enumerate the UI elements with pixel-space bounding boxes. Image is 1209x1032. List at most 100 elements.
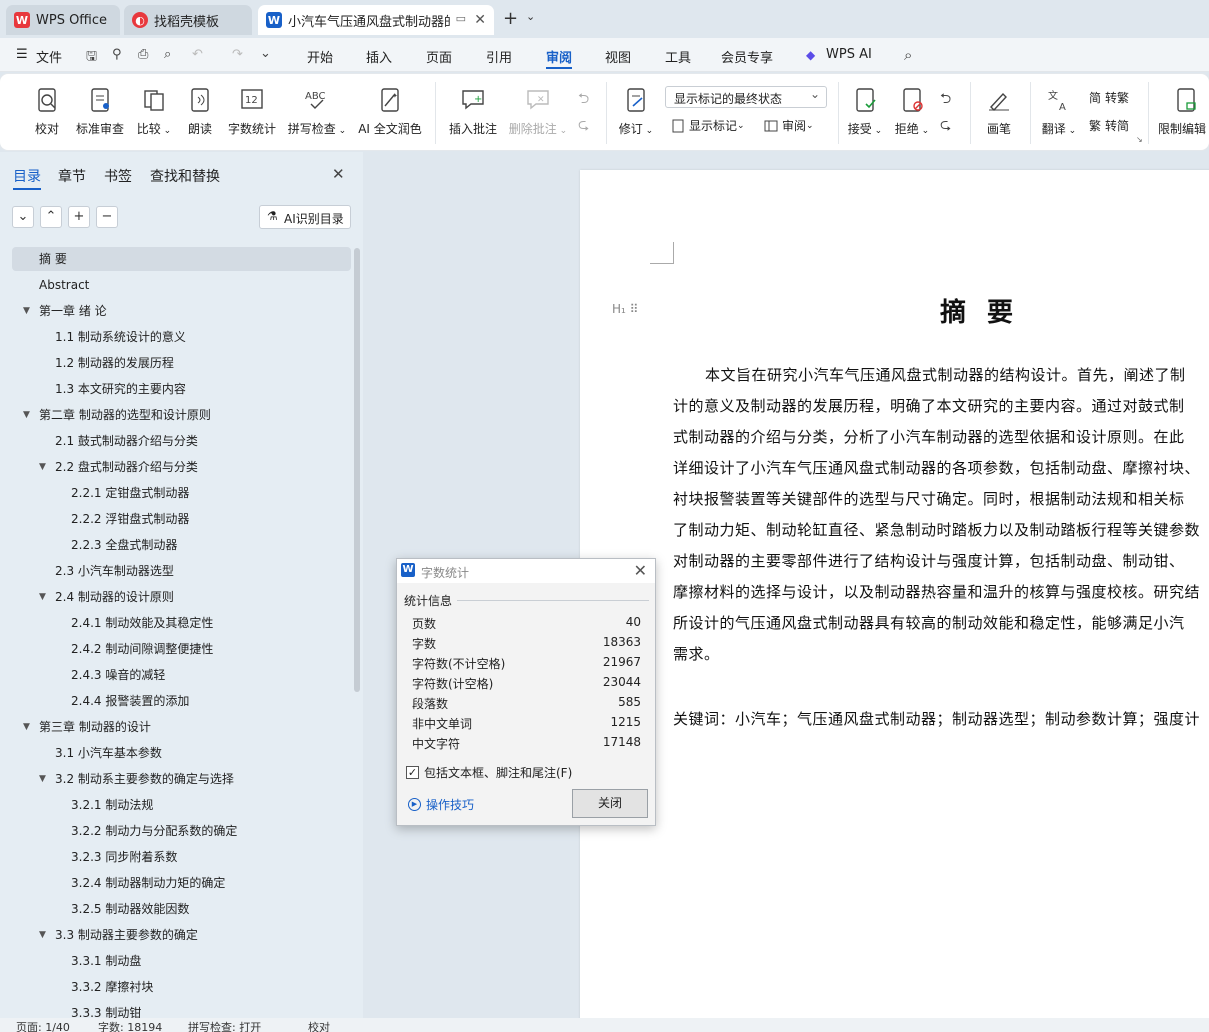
toc-item[interactable]: ▼ 2.4 制动器的设计原则 <box>39 585 174 609</box>
chevron-down-icon[interactable]: ⌄ <box>526 10 535 23</box>
hamburger-icon[interactable]: ☰ <box>16 47 28 62</box>
menu-home[interactable]: 开始 <box>307 47 333 66</box>
ai-toc-button[interactable]: ⚗ AI识别目录 <box>259 205 351 229</box>
new-tab-icon[interactable]: + <box>503 8 518 29</box>
save-icon[interactable]: 🖫 <box>86 47 97 69</box>
menu-wps-ai[interactable]: WPS AI <box>826 47 872 62</box>
status-spell[interactable]: 拼写检查: 打开 <box>188 1019 261 1032</box>
word-count-button[interactable]: 12 字数统计 <box>225 86 279 137</box>
undo-icon[interactable]: ↶ <box>192 47 203 62</box>
remove-heading-button[interactable]: − <box>96 206 118 228</box>
menu-insert[interactable]: 插入 <box>366 47 392 66</box>
to-simplified-button[interactable]: 繁转简 <box>1089 117 1129 134</box>
menu-member[interactable]: 会员专享 <box>721 47 773 66</box>
tab-sections[interactable]: 章节 <box>58 166 86 186</box>
delete-comment-button[interactable]: ✕ 删除批注 ⌄ <box>506 86 570 137</box>
accept-button[interactable]: 接受 ⌄ <box>846 86 884 137</box>
expand-triangle-icon[interactable]: ▼ <box>39 767 46 791</box>
translate-button[interactable]: 文A 翻译 ⌄ <box>1040 86 1078 137</box>
restrict-edit-button[interactable]: 限制编辑 <box>1158 86 1209 137</box>
insert-comment-button[interactable]: + 插入批注 <box>446 86 500 137</box>
reject-button[interactable]: 拒绝 ⌄ <box>893 86 931 137</box>
status-page[interactable]: 页面: 1/40 <box>16 1019 70 1032</box>
close-button[interactable]: 关闭 <box>572 789 648 818</box>
prev-change-icon[interactable]: ⮌ <box>940 88 951 112</box>
read-aloud-button[interactable]: 朗读 <box>185 86 215 137</box>
print-preview-icon[interactable]: ⌕ <box>164 47 171 62</box>
toc-item[interactable]: 1.1 制动系统设计的意义 <box>55 325 186 349</box>
markup-mode-select[interactable]: 显示标记的最终状态 <box>665 86 827 108</box>
spell-check-button[interactable]: ABC 拼写检查 ⌄ <box>286 86 348 137</box>
toc-item[interactable]: 摘 要 <box>39 247 67 271</box>
expand-triangle-icon[interactable]: ▼ <box>39 455 46 479</box>
menu-reference[interactable]: 引用 <box>486 47 512 66</box>
toc-item[interactable]: Abstract <box>39 273 89 297</box>
toc-item[interactable]: 2.4.1 制动效能及其稳定性 <box>71 611 213 635</box>
review-pane-button[interactable]: 审阅 ⌄ <box>764 117 814 134</box>
dialog-launcher-icon[interactable]: ↘ <box>1136 135 1143 144</box>
tab-wps-office[interactable]: W WPS Office <box>6 5 120 35</box>
toc-item[interactable]: 3.2.1 制动法规 <box>71 793 153 817</box>
expand-triangle-icon[interactable]: ▼ <box>23 403 30 427</box>
toc-item[interactable]: ▼ 3.3 制动器主要参数的确定 <box>39 923 198 947</box>
toc-item[interactable]: 3.2.3 同步附着系数 <box>71 845 177 869</box>
ai-polish-button[interactable]: ✦ AI 全文润色 <box>356 86 424 137</box>
toc-item[interactable]: 3.3.2 摩擦衬块 <box>71 975 153 999</box>
toc-item[interactable]: 2.4.2 制动间隙调整便捷性 <box>71 637 213 661</box>
menu-page[interactable]: 页面 <box>426 47 452 66</box>
add-heading-button[interactable]: + <box>68 206 90 228</box>
tab-docer[interactable]: ◐ 找稻壳模板 <box>124 5 252 35</box>
toc-item[interactable]: 3.1 小汽车基本参数 <box>55 741 162 765</box>
toc-item[interactable]: 3.2.2 制动力与分配系数的确定 <box>71 819 237 843</box>
tab-document[interactable]: W 小汽车气压通风盘式制动器的 ▭ ✕ <box>258 5 494 35</box>
prev-comment-icon[interactable]: ⮌ <box>578 88 589 112</box>
tab-find-replace[interactable]: 查找和替换 <box>150 166 220 186</box>
toc-item[interactable]: ▼ 第三章 制动器的设计 <box>23 715 151 739</box>
dialog-titlebar[interactable]: W 字数统计 ✕ <box>397 559 655 583</box>
toc-item[interactable]: 2.2.2 浮钳盘式制动器 <box>71 507 189 531</box>
toc-item[interactable]: 3.3.1 制动盘 <box>71 949 141 973</box>
proofread-button[interactable]: 校对 <box>29 86 65 137</box>
tab-bookmarks[interactable]: 书签 <box>104 166 132 186</box>
expand-triangle-icon[interactable]: ▼ <box>23 715 30 739</box>
heading-marker-icon[interactable]: H₁ ⠿ <box>612 302 638 316</box>
expand-triangle-icon[interactable]: ▼ <box>39 585 46 609</box>
more-chevron-icon[interactable]: ⌄ <box>260 46 271 61</box>
std-review-button[interactable]: 标准审查 <box>73 86 127 137</box>
redo-icon[interactable]: ↷ <box>232 47 243 62</box>
sidebar-scrollbar[interactable] <box>354 248 360 692</box>
tab-toc[interactable]: 目录 <box>13 166 41 190</box>
expand-triangle-icon[interactable]: ▼ <box>39 923 46 947</box>
toc-item[interactable]: ▼ 2.2 盘式制动器介绍与分类 <box>39 455 198 479</box>
toc-item[interactable]: ▼ 3.2 制动系主要参数的确定与选择 <box>39 767 234 791</box>
share-icon[interactable]: ⚲ <box>112 47 122 62</box>
menu-file[interactable]: 文件 <box>36 47 62 66</box>
checkbox-box[interactable]: ✓ <box>406 766 419 779</box>
close-tab-icon[interactable]: ✕ <box>474 12 486 28</box>
monitor-icon[interactable]: ▭ <box>456 12 466 25</box>
search-icon[interactable]: ⌕ <box>904 46 912 64</box>
toc-item[interactable]: ▼ 第一章 绪 论 <box>23 299 107 323</box>
toc-item[interactable]: 2.2.1 定钳盘式制动器 <box>71 481 189 505</box>
show-markup-button[interactable]: 显示标记 ⌄ <box>671 117 745 134</box>
toc-item[interactable]: ▼ 第二章 制动器的选型和设计原则 <box>23 403 211 427</box>
pen-button[interactable]: 画笔 <box>983 86 1015 137</box>
toc-item[interactable]: 1.2 制动器的发展历程 <box>55 351 174 375</box>
expand-triangle-icon[interactable]: ▼ <box>23 299 30 323</box>
close-pane-icon[interactable]: ✕ <box>332 165 345 183</box>
toc-item[interactable]: 2.3 小汽车制动器选型 <box>55 559 174 583</box>
close-icon[interactable]: ✕ <box>634 561 647 580</box>
menu-review[interactable]: 审阅 <box>546 47 573 69</box>
toc-item[interactable]: 3.2.5 制动器效能因数 <box>71 897 189 921</box>
toc-item[interactable]: 2.2.3 全盘式制动器 <box>71 533 177 557</box>
toc-item[interactable]: 2.4.4 报警装置的添加 <box>71 689 189 713</box>
toc-item[interactable]: 2.4.3 噪音的减轻 <box>71 663 165 687</box>
status-words[interactable]: 字数: 18194 <box>98 1019 162 1032</box>
revise-button[interactable]: 修订 ⌄ <box>615 86 657 137</box>
toc-item[interactable]: 2.1 鼓式制动器介绍与分类 <box>55 429 198 453</box>
include-textbox-checkbox[interactable]: ✓ 包括文本框、脚注和尾注(F) <box>406 764 572 781</box>
next-comment-icon[interactable]: ⮎ <box>578 114 589 138</box>
expand-down-button[interactable]: ⌄ <box>12 206 34 228</box>
menu-view[interactable]: 视图 <box>605 47 631 66</box>
tips-link[interactable]: ▶ 操作技巧 <box>408 796 474 813</box>
